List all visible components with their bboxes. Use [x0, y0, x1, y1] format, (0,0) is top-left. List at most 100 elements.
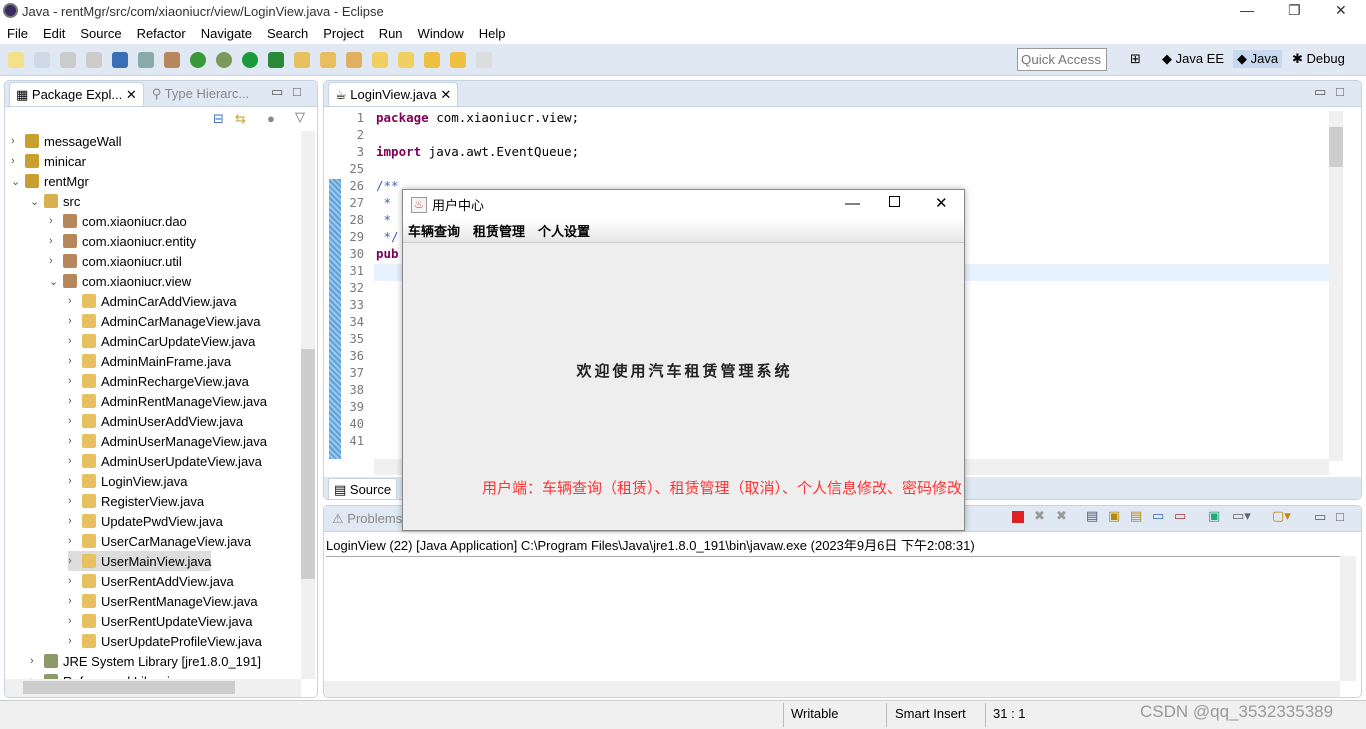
menu-source[interactable]: Source	[80, 26, 121, 41]
maximize-view-button[interactable]: □	[293, 84, 301, 99]
dialog-maximize-button[interactable]	[889, 196, 900, 207]
new-class-wizard-icon[interactable]	[190, 51, 206, 68]
menu-refactor[interactable]: Refactor	[137, 26, 186, 41]
menu-window[interactable]: Window	[418, 26, 464, 41]
tree-item[interactable]: › UserRentUpdateView.java	[68, 611, 253, 631]
tree-item[interactable]: › minicar	[11, 151, 86, 171]
chevron-right-icon[interactable]: ›	[68, 475, 82, 487]
tree-item[interactable]: › RegisterView.java	[68, 491, 204, 511]
next-annotation-icon[interactable]	[372, 51, 388, 68]
chevron-right-icon[interactable]: ›	[49, 255, 63, 267]
view-menu-icon[interactable]: ▽	[295, 109, 305, 125]
tab-problems[interactable]: ⚠ Problems	[328, 507, 406, 531]
perspective-java-ee[interactable]: ◆ Java EE	[1162, 51, 1224, 67]
new-class-icon[interactable]	[34, 51, 50, 68]
chevron-right-icon[interactable]: ›	[68, 595, 82, 607]
tree-item[interactable]: ⌄ src	[30, 191, 80, 211]
tab-package-explorer[interactable]: ▦ Package Expl... ✕	[9, 82, 144, 106]
pin-console-icon[interactable]: ▣	[1208, 508, 1220, 524]
chevron-right-icon[interactable]: ›	[68, 315, 82, 327]
chevron-right-icon[interactable]: ›	[68, 535, 82, 547]
chevron-right-icon[interactable]: ›	[68, 515, 82, 527]
search-icon[interactable]	[346, 51, 362, 68]
dialog-close-button[interactable]: ✕	[935, 194, 948, 212]
show-stdout-icon[interactable]: ▭	[1152, 508, 1164, 524]
menu-project[interactable]: Project	[323, 26, 363, 41]
tree-item[interactable]: › com.xiaoniucr.util	[49, 251, 182, 271]
dialog-menu-item[interactable]: 个人设置	[538, 221, 590, 240]
chevron-down-icon[interactable]: ⌄	[30, 195, 44, 208]
link-editor-icon[interactable]: ⇆	[235, 111, 246, 127]
minimize-view-button[interactable]: ▭	[271, 84, 283, 100]
chevron-right-icon[interactable]: ›	[68, 415, 82, 427]
chevron-down-icon[interactable]: ⌄	[11, 175, 25, 188]
tree-item[interactable]: › AdminMainFrame.java	[68, 351, 231, 371]
scroll-lock-icon[interactable]: ▣	[1108, 508, 1120, 524]
run-icon[interactable]	[242, 51, 258, 68]
tree-item[interactable]: › com.xiaoniucr.dao	[49, 211, 187, 231]
editor-vertical-scrollbar[interactable]	[1329, 111, 1343, 461]
tree-item[interactable]: › AdminUserManageView.java	[68, 431, 267, 451]
chevron-right-icon[interactable]: ›	[68, 495, 82, 507]
chevron-right-icon[interactable]: ›	[68, 575, 82, 587]
forward-icon[interactable]	[476, 51, 492, 68]
tree-item[interactable]: ⌄ com.xiaoniucr.view	[49, 271, 191, 291]
open-type-icon[interactable]	[294, 51, 310, 68]
dialog-menu-item[interactable]: 租赁管理	[473, 221, 525, 240]
chevron-right-icon[interactable]: ›	[68, 335, 82, 347]
menu-run[interactable]: Run	[379, 26, 403, 41]
maximize-console-button[interactable]: □	[1336, 509, 1344, 524]
tree-item[interactable]: › UserMainView.java	[68, 551, 212, 571]
chevron-right-icon[interactable]: ›	[68, 635, 82, 647]
chevron-right-icon[interactable]: ›	[30, 655, 44, 667]
tree-item[interactable]: › AdminRentManageView.java	[68, 391, 267, 411]
back-icon[interactable]	[450, 51, 466, 68]
tree-item[interactable]: › UserRentAddView.java	[68, 571, 234, 591]
focus-icon[interactable]: ●	[267, 111, 275, 126]
collapse-all-icon[interactable]: ⊟	[213, 111, 224, 127]
chevron-right-icon[interactable]: ›	[68, 395, 82, 407]
debug-icon[interactable]	[216, 51, 232, 68]
explorer-vertical-scrollbar[interactable]	[301, 131, 315, 679]
open-resource-icon[interactable]	[320, 51, 336, 68]
tree-item[interactable]: › UserUpdateProfileView.java	[68, 631, 262, 651]
explorer-horizontal-scrollbar[interactable]	[5, 679, 301, 697]
minimize-editor-button[interactable]: ▭	[1314, 84, 1326, 100]
tree-item[interactable]: › JRE System Library [jre1.8.0_191]	[30, 651, 261, 671]
tree-item[interactable]: › AdminCarManageView.java	[68, 311, 260, 331]
console-icon[interactable]	[112, 51, 128, 68]
word-wrap-icon[interactable]: ▤	[1130, 508, 1142, 524]
terminate-icon[interactable]	[1012, 511, 1024, 523]
menu-search[interactable]: Search	[267, 26, 308, 41]
chevron-right-icon[interactable]: ›	[68, 355, 82, 367]
console-horizontal-scrollbar[interactable]	[324, 681, 1340, 697]
chevron-right-icon[interactable]: ›	[68, 295, 82, 307]
new-package-icon[interactable]	[164, 51, 180, 68]
tree-item[interactable]: › AdminRechargeView.java	[68, 371, 249, 391]
save-icon[interactable]	[60, 51, 76, 68]
chevron-right-icon[interactable]: ›	[49, 215, 63, 227]
chevron-right-icon[interactable]: ›	[68, 615, 82, 627]
open-console-icon[interactable]: ▢▾	[1272, 508, 1291, 524]
tree-item[interactable]: › AdminUserAddView.java	[68, 411, 243, 431]
tree-item[interactable]: › UpdatePwdView.java	[68, 511, 223, 531]
save-all-icon[interactable]	[86, 51, 102, 68]
chevron-right-icon[interactable]: ›	[49, 235, 63, 247]
show-stderr-icon[interactable]: ▭	[1174, 508, 1186, 524]
tree-item[interactable]: › AdminUserUpdateView.java	[68, 451, 262, 471]
tree-item[interactable]: › LoginView.java	[68, 471, 188, 491]
tree-item[interactable]: › AdminCarUpdateView.java	[68, 331, 255, 351]
chevron-right-icon[interactable]: ›	[11, 135, 25, 147]
tree-item[interactable]: ⌄ rentMgr	[11, 171, 89, 191]
dialog-menu-item[interactable]: 车辆查询	[408, 221, 460, 240]
tab-type-hierarchy[interactable]: ⚲ Type Hierarc...	[144, 82, 257, 106]
console-vertical-scrollbar[interactable]	[1340, 556, 1356, 681]
maximize-editor-button[interactable]: □	[1336, 84, 1344, 99]
last-edit-icon[interactable]	[424, 51, 440, 68]
quick-access-input[interactable]	[1017, 48, 1107, 71]
tree-item[interactable]: › com.xiaoniucr.entity	[49, 231, 196, 251]
restore-button[interactable]: ❐	[1288, 2, 1301, 19]
chevron-right-icon[interactable]: ›	[68, 435, 82, 447]
chevron-down-icon[interactable]: ⌄	[49, 275, 63, 288]
chevron-right-icon[interactable]: ›	[68, 555, 82, 567]
